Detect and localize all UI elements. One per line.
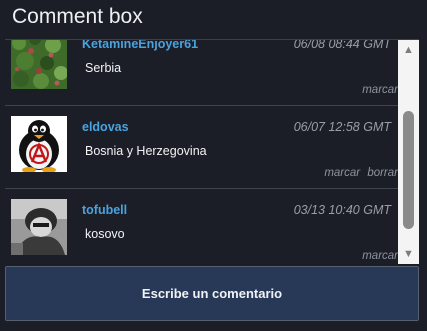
flag-link[interactable]: marcar: [324, 167, 360, 179]
vertical-scrollbar[interactable]: ▲ ▼: [398, 40, 419, 264]
delete-link[interactable]: borrar: [367, 167, 398, 179]
anarchist-penguin-avatar[interactable]: [11, 116, 67, 172]
comment-item: tofubell 03/13 10:40 GMT kosovo marcar: [5, 189, 401, 265]
foliage-photo-avatar[interactable]: [11, 40, 67, 89]
comment-list-content: KetamineEnjoyer61 06/08 08:44 GMT Serbia…: [5, 39, 401, 265]
comment-text: Serbia: [85, 61, 122, 75]
grayscale-photo-image: [11, 199, 67, 255]
anarchist-penguin-image: [11, 116, 67, 172]
arrow-down-icon[interactable]: ▼: [398, 245, 419, 263]
comment-item: KetamineEnjoyer61 06/08 08:44 GMT Serbia…: [5, 39, 401, 106]
arrow-up-icon[interactable]: ▲: [398, 41, 419, 59]
comment-text: Bosnia y Herzegovina: [85, 144, 207, 158]
grayscale-photo-avatar[interactable]: [11, 199, 67, 255]
comment-actions: marcar: [358, 84, 398, 96]
comment-username[interactable]: KetamineEnjoyer61: [82, 40, 198, 51]
comment-text: kosovo: [85, 227, 125, 241]
comment-actions: marcar borrar: [320, 167, 398, 179]
comment-actions: marcar: [358, 250, 398, 262]
comment-list[interactable]: KetamineEnjoyer61 06/08 08:44 GMT Serbia…: [5, 39, 419, 265]
comment-username[interactable]: eldovas: [82, 120, 129, 134]
comment-timestamp: 03/13 10:40 GMT: [293, 203, 391, 217]
page-title: Comment box: [12, 5, 143, 28]
flag-link[interactable]: marcar: [362, 84, 398, 96]
comment-item: eldovas 06/07 12:58 GMT Bosnia y Herzego…: [5, 106, 401, 189]
scrollbar-thumb[interactable]: [403, 111, 414, 229]
foliage-photo-image: [11, 40, 67, 89]
comment-timestamp: 06/08 08:44 GMT: [293, 39, 391, 51]
write-comment-button[interactable]: Escribe un comentario: [5, 266, 419, 321]
flag-link[interactable]: marcar: [362, 250, 398, 262]
comment-username[interactable]: tofubell: [82, 203, 127, 217]
comment-timestamp: 06/07 12:58 GMT: [293, 120, 391, 134]
